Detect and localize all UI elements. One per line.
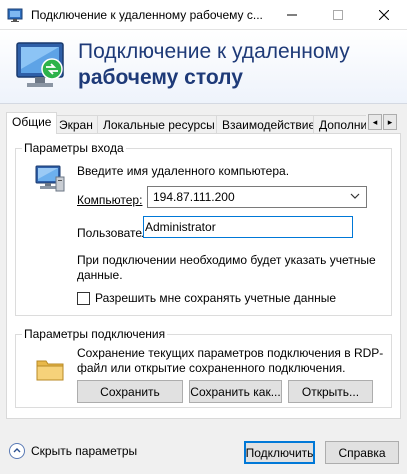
allow-save-credentials-label: Разрешить мне сохранять учетные данные bbox=[95, 291, 337, 305]
user-name-value: Administrator bbox=[145, 220, 216, 234]
help-button-label: Справка bbox=[338, 445, 386, 460]
computer-combobox[interactable]: 194.87.111.200 bbox=[147, 186, 367, 208]
tab-local-resources[interactable]: Локальные ресурсы bbox=[97, 115, 221, 134]
remote-desktop-icon bbox=[7, 8, 23, 22]
tab-strip: Общие Экран Локальные ресурсы Взаимодейс… bbox=[6, 112, 366, 134]
banner-title-line2: рабочему столу bbox=[78, 66, 243, 89]
computer-hint-text: Введите имя удаленного компьютера. bbox=[77, 164, 290, 178]
open-button[interactable]: Открыть... bbox=[288, 380, 373, 403]
hide-options-label: Скрыть параметры bbox=[31, 444, 138, 458]
tab-general[interactable]: Общие bbox=[6, 112, 58, 134]
tab-scroll-left-button[interactable]: ◂ bbox=[368, 114, 382, 130]
arrow-left-icon: ◂ bbox=[372, 116, 378, 127]
collapse-circle[interactable] bbox=[9, 443, 25, 459]
login-group-label: Параметры входа bbox=[22, 141, 126, 155]
connect-button-label: Подключить bbox=[245, 445, 314, 460]
rdp-window: Подключение к удаленному рабочему с... П… bbox=[0, 0, 407, 474]
save-as-button[interactable]: Сохранить как... bbox=[189, 380, 282, 403]
user-name-input[interactable]: Administrator bbox=[143, 216, 353, 238]
connection-settings-group: Параметры подключения Сохранение текущих… bbox=[15, 327, 392, 408]
maximize-icon bbox=[333, 10, 343, 20]
chevron-down-icon bbox=[350, 193, 360, 199]
folder-icon bbox=[36, 360, 64, 381]
header-banner: Подключение к удаленному рабочему столу bbox=[0, 30, 407, 104]
connection-group-label: Параметры подключения bbox=[22, 327, 168, 341]
tab-panel-general: Параметры входа Введите имя удаленного к… bbox=[6, 133, 401, 419]
save-button[interactable]: Сохранить bbox=[77, 380, 183, 403]
close-icon bbox=[379, 10, 389, 20]
allow-save-credentials-checkbox[interactable] bbox=[77, 291, 90, 305]
credentials-note: При подключении необходимо будет указать… bbox=[77, 253, 376, 282]
computer-icon bbox=[35, 165, 65, 192]
remote-desktop-monitor-icon bbox=[16, 42, 64, 87]
help-button[interactable]: Справка bbox=[325, 441, 399, 464]
allow-save-credentials-option[interactable]: Разрешить мне сохранять учетные данные bbox=[77, 291, 336, 305]
hide-options-toggle[interactable]: Скрыть параметры bbox=[9, 443, 137, 459]
tab-display[interactable]: Экран bbox=[53, 115, 99, 134]
open-button-label: Открыть... bbox=[301, 384, 360, 399]
close-button[interactable] bbox=[361, 0, 407, 30]
computer-value: 194.87.111.200 bbox=[153, 190, 235, 204]
tab-experience[interactable]: Взаимодействие bbox=[216, 115, 322, 134]
chevron-up-icon bbox=[13, 448, 21, 453]
connect-button[interactable]: Подключить bbox=[244, 441, 315, 464]
save-button-label: Сохранить bbox=[100, 384, 160, 399]
connection-description: Сохранение текущих параметров подключени… bbox=[77, 346, 384, 375]
minimize-icon bbox=[287, 14, 297, 16]
window-title: Подключение к удаленному рабочему с... bbox=[31, 8, 263, 22]
tab-advanced[interactable]: Дополни bbox=[313, 115, 366, 134]
save-as-button-label: Сохранить как... bbox=[190, 384, 281, 399]
maximize-button[interactable] bbox=[315, 0, 361, 30]
banner-title-line1: Подключение к удаленному bbox=[78, 40, 350, 63]
computer-label-text: Компьютер: bbox=[77, 193, 143, 207]
computer-label: Компьютер: bbox=[77, 193, 142, 207]
minimize-button[interactable] bbox=[269, 0, 315, 30]
tab-scroll-right-button[interactable]: ▸ bbox=[383, 114, 397, 130]
arrow-right-icon: ▸ bbox=[387, 116, 393, 127]
title-bar[interactable]: Подключение к удаленному рабочему с... bbox=[0, 0, 407, 30]
